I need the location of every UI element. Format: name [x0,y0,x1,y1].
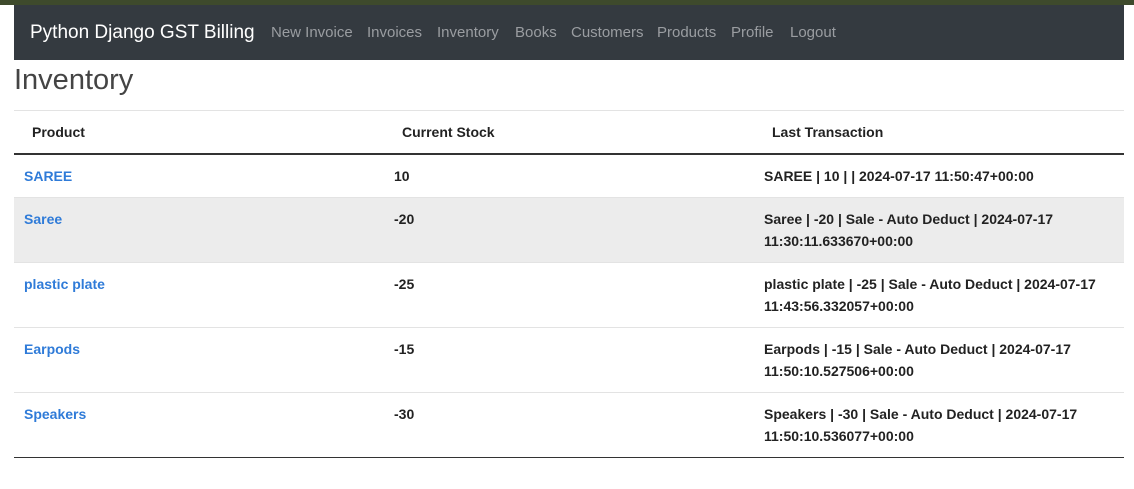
last-transaction-cell: Saree | -20 | Sale - Auto Deduct | 2024-… [754,197,1124,263]
last-transaction-cell: Earpods | -15 | Sale - Auto Deduct | 202… [754,327,1124,393]
column-header-last-transaction: Last Transaction [754,110,1124,155]
stock-cell: -25 [384,262,754,328]
product-cell: Speakers [14,392,384,458]
product-cell: plastic plate [14,262,384,328]
last-transaction-cell: SAREE | 10 | | 2024-07-17 11:50:47+00:00 [754,153,1124,198]
table-row: Speakers -30 Speakers | -30 | Sale - Aut… [14,392,1124,458]
table-header-row: Product Current Stock Last Transaction [14,110,1124,155]
nav-link-profile[interactable]: Profile [731,5,774,60]
table-row: Earpods -15 Earpods | -15 | Sale - Auto … [14,327,1124,393]
navbar: Python Django GST Billing New Invoice In… [14,5,1124,60]
product-link[interactable]: Speakers [24,406,86,422]
nav-link-invoices[interactable]: Invoices [367,5,422,60]
product-cell: Saree [14,197,384,263]
product-link[interactable]: Saree [24,211,62,227]
column-header-product: Product [14,110,384,155]
product-cell: Earpods [14,327,384,393]
product-link[interactable]: plastic plate [24,276,105,292]
nav-link-products[interactable]: Products [657,5,716,60]
table-row: SAREE 10 SAREE | 10 | | 2024-07-17 11:50… [14,153,1124,198]
navbar-brand[interactable]: Python Django GST Billing [30,5,255,60]
table-row: Saree -20 Saree | -20 | Sale - Auto Dedu… [14,197,1124,263]
product-link[interactable]: Earpods [24,341,80,357]
table-row: plastic plate -25 plastic plate | -25 | … [14,262,1124,328]
last-transaction-cell: Speakers | -30 | Sale - Auto Deduct | 20… [754,392,1124,458]
page-title: Inventory [14,64,134,96]
stock-cell: -15 [384,327,754,393]
product-cell: SAREE [14,153,384,198]
product-link[interactable]: SAREE [24,168,72,184]
stock-cell: -20 [384,197,754,263]
stock-cell: 10 [384,153,754,198]
nav-link-books[interactable]: Books [515,5,557,60]
last-transaction-cell: plastic plate | -25 | Sale - Auto Deduct… [754,262,1124,328]
nav-link-new-invoice[interactable]: New Invoice [271,5,353,60]
inventory-table-container: Product Current Stock Last Transaction S… [14,110,1124,458]
column-header-current-stock: Current Stock [384,110,754,155]
nav-link-logout[interactable]: Logout [790,5,836,60]
nav-link-inventory[interactable]: Inventory [437,5,499,60]
stock-cell: -30 [384,392,754,458]
nav-link-customers[interactable]: Customers [571,5,644,60]
inventory-table: Product Current Stock Last Transaction S… [14,110,1124,458]
